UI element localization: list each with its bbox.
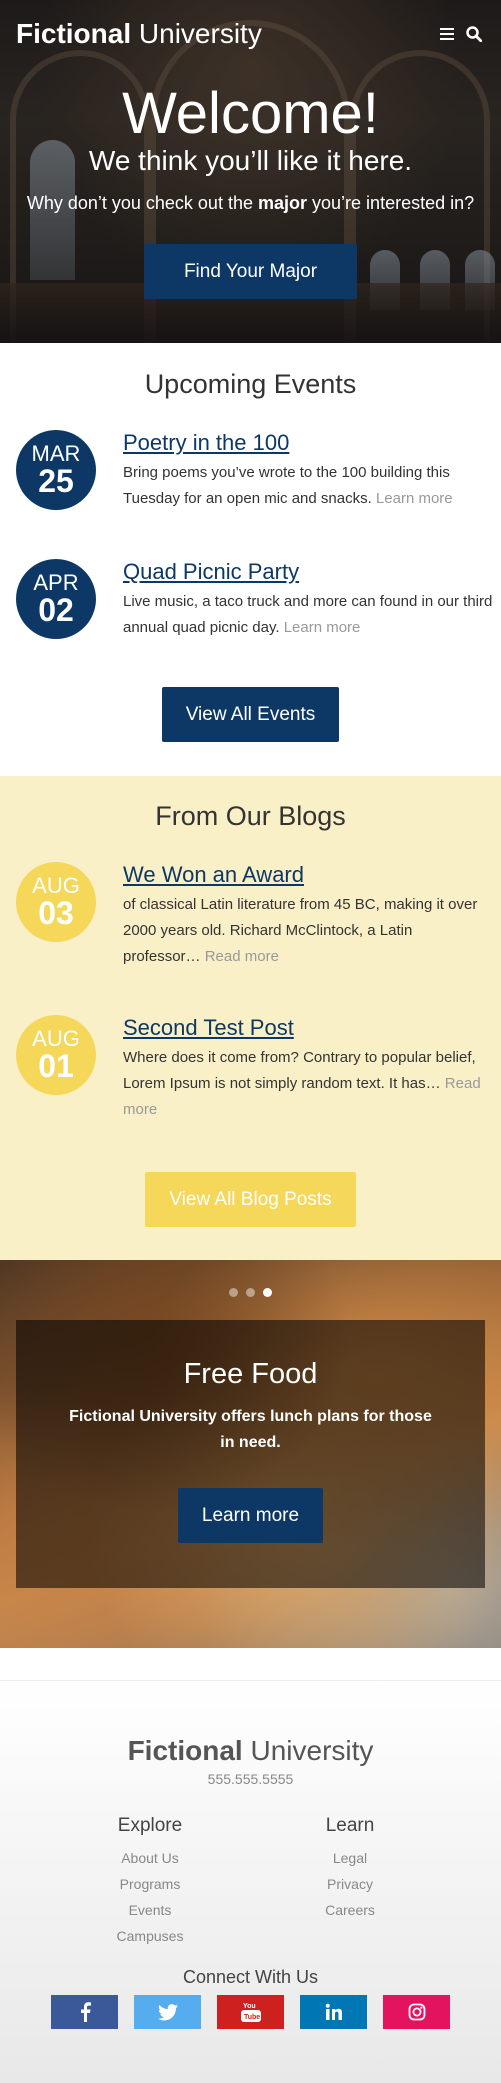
footer-link-privacy[interactable]: Privacy [270,1871,430,1897]
hero-question: Why don’t you check out the major you’re… [0,193,501,214]
event-learn-more-link[interactable]: Learn more [284,619,361,636]
event-day: 02 [38,592,74,628]
blog-title-link[interactable]: We Won an Award [123,862,493,888]
blog-day: 03 [38,895,74,931]
view-all-events-button[interactable]: View All Events [162,687,339,742]
slide-title: Free Food [183,1358,318,1390]
blog-title-link[interactable]: Second Test Post [123,1015,493,1041]
footer-link-campuses[interactable]: Campuses [70,1923,230,1949]
footer-link-events[interactable]: Events [70,1897,230,1923]
svg-text:You: You [243,2003,256,2010]
svg-text:Tube: Tube [244,2014,260,2021]
event-month: APR [33,570,79,595]
slide-learn-more-button[interactable]: Learn more [178,1488,323,1543]
blog-item: AUG 03 We Won an Award of classical Lati… [16,862,486,992]
footer-learn-column: Learn Legal Privacy Careers [270,1815,430,1923]
blog-month: AUG [32,1026,80,1051]
event-description: Live music, a taco truck and more can fo… [123,593,493,636]
hero-question-pre: Why don’t you check out the [26,193,253,213]
event-item: MAR 25 Poetry in the 100 Bring poems you… [16,430,486,540]
logo-bold-text: Fictional [16,18,132,49]
blog-item: AUG 01 Second Test Post Where does it co… [16,1015,486,1145]
hamburger-icon[interactable] [440,28,454,40]
hero-question-post: you’re interested in? [312,193,475,213]
search-icon[interactable] [466,26,482,42]
slide-text: Fictional University offers lunch plans … [69,1408,432,1451]
blog-date-badge[interactable]: AUG 03 [16,862,96,942]
hero-question-bold: major [257,193,308,213]
footer-link-legal[interactable]: Legal [270,1845,430,1871]
youtube-button[interactable]: You Tube [217,1995,284,2029]
event-title-link[interactable]: Poetry in the 100 [123,430,493,456]
slider-dot-2[interactable] [246,1288,255,1297]
footer-logo[interactable]: Fictional University [0,1735,501,1767]
footer-phone[interactable]: 555.555.5555 [0,1771,501,1787]
linkedin-icon [325,2003,342,2020]
view-all-blog-posts-button[interactable]: View All Blog Posts [145,1172,356,1227]
blog-date-badge[interactable]: AUG 01 [16,1015,96,1095]
instagram-button[interactable] [383,1995,450,2029]
blog-read-more-link[interactable]: Read more [205,948,279,965]
twitter-icon [157,2003,178,2020]
footer-link-about-us[interactable]: About Us [70,1845,230,1871]
footer-link-careers[interactable]: Careers [270,1897,430,1923]
footer-explore-column: Explore About Us Programs Events Campuse… [70,1815,230,1949]
event-title-link[interactable]: Quad Picnic Party [123,559,493,585]
logo-light-text: University [138,18,262,49]
event-description: Bring poems you’ve wrote to the 100 buil… [123,464,453,507]
footer-link-programs[interactable]: Programs [70,1871,230,1897]
blogs-section-title: From Our Blogs [155,801,346,831]
slide-content-box: Free Food Fictional University offers lu… [16,1320,485,1588]
linkedin-button[interactable] [300,1995,367,2029]
facebook-button[interactable] [51,1995,118,2029]
event-month: MAR [31,441,81,466]
find-your-major-button[interactable]: Find Your Major [144,244,357,299]
footer-logo-light: University [250,1735,374,1766]
blog-day: 01 [38,1048,74,1084]
site-logo[interactable]: Fictional University [16,18,262,50]
hero-title: Welcome! [122,81,379,146]
footer-learn-title: Learn [325,1815,375,1836]
connect-heading: Connect With Us [182,1967,319,1987]
event-date-badge[interactable]: MAR 25 [16,430,96,510]
blog-month: AUG [32,873,80,898]
facebook-icon [80,2002,91,2022]
event-day: 25 [38,463,74,499]
twitter-button[interactable] [134,1995,201,2029]
events-section-title: Upcoming Events [144,369,357,399]
event-learn-more-link[interactable]: Learn more [376,490,453,507]
blog-excerpt: Where does it come from? Contrary to pop… [123,1049,481,1118]
instagram-icon [408,2003,425,2021]
slider-dot-1[interactable] [229,1288,238,1297]
event-date-badge[interactable]: APR 02 [16,559,96,639]
youtube-icon: You Tube [240,2003,261,2022]
footer-explore-title: Explore [117,1815,183,1836]
event-item: APR 02 Quad Picnic Party Live music, a t… [16,559,492,669]
footer-logo-bold: Fictional [127,1735,243,1766]
slider-dot-3[interactable] [263,1288,272,1297]
hero-subtitle: We think you’ll like it here. [88,145,413,176]
blog-excerpt: of classical Latin literature from 45 BC… [123,896,478,965]
